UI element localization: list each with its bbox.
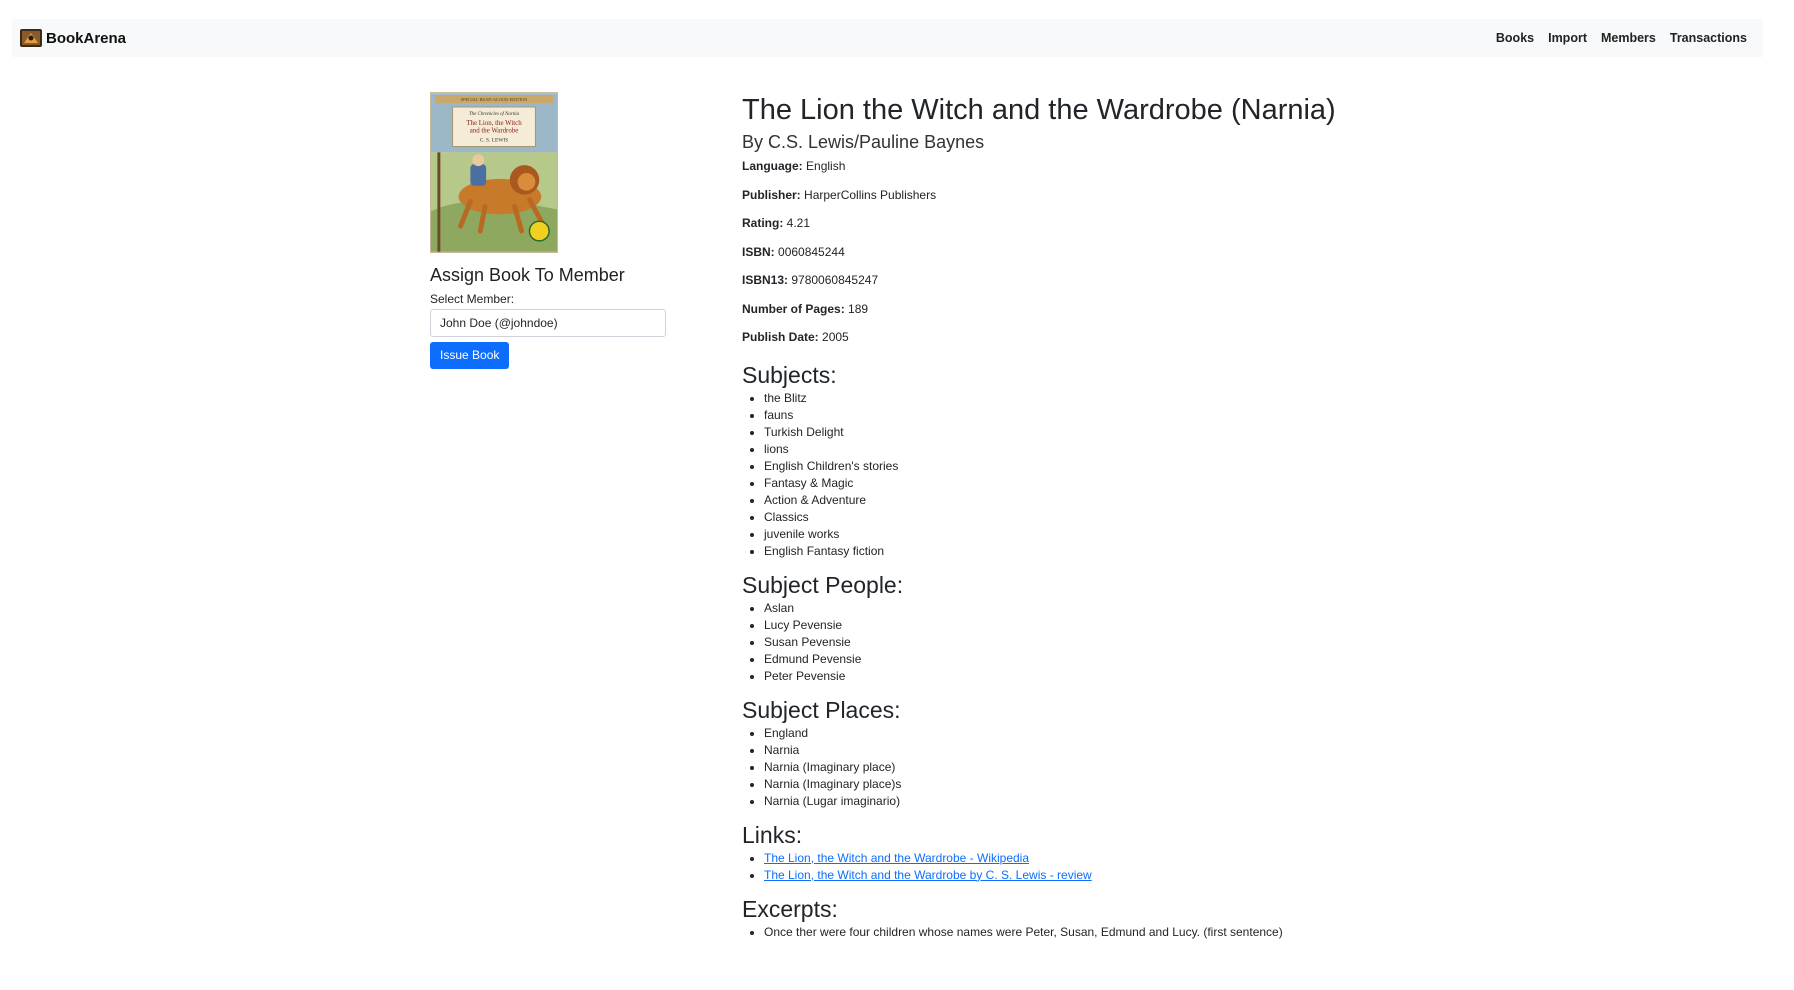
subject-people-heading: Subject People: <box>742 571 904 598</box>
list-item: the Blitz <box>764 390 1642 407</box>
svg-text:The Lion, the Witch: The Lion, the Witch <box>466 120 522 127</box>
links-heading: Links: <box>742 821 803 848</box>
list-item: Lucy Pevensie <box>764 617 1642 634</box>
list-item: The Lion, the Witch and the Wardrobe by … <box>764 867 1642 884</box>
list-item: Aslan <box>764 600 1642 617</box>
detail-publish-date: Publish Date: 2005 <box>742 330 849 344</box>
member-select-value: John Doe (@johndoe) <box>440 316 558 330</box>
detail-publisher: Publisher: HarperCollins Publishers <box>742 187 937 202</box>
subject-places-list: England Narnia Narnia (Imaginary place) … <box>742 725 1642 810</box>
list-item: Classics <box>764 509 1642 526</box>
subject-places-heading: Subject Places: <box>742 696 901 723</box>
nav-links: Books Import Members Transactions <box>1496 31 1747 45</box>
assign-panel: SPECIAL READ-ALOUD EDITION The Chronicle… <box>430 92 670 369</box>
cover-banner-text: SPECIAL READ-ALOUD EDITION <box>461 97 528 102</box>
detail-rating: Rating: 4.21 <box>742 216 811 230</box>
detail-isbn13: ISBN13: 9780060845247 <box>742 273 879 287</box>
navbar: BookArena Books Import Members Transacti… <box>12 19 1763 57</box>
nav-link-books[interactable]: Books <box>1496 31 1534 45</box>
list-item: English Children's stories <box>764 458 1642 475</box>
list-item: Susan Pevensie <box>764 634 1642 651</box>
detail-isbn: ISBN: 0060845244 <box>742 244 845 259</box>
list-item: Turkish Delight <box>764 424 1642 441</box>
nav-link-members[interactable]: Members <box>1601 31 1656 45</box>
cover-author-text: C. S. LEWIS <box>480 137 509 143</box>
member-select[interactable]: John Doe (@johndoe) <box>430 309 666 337</box>
subjects-list: the Blitz fauns Turkish Delight lions En… <box>742 390 1642 560</box>
list-item: Narnia (Lugar imaginario) <box>764 793 1642 810</box>
list-item: Edmund Pevensie <box>764 651 1642 668</box>
list-item: The Lion, the Witch and the Wardrobe - W… <box>764 850 1642 867</box>
excerpts-heading: Excerpts: <box>742 895 838 922</box>
list-item: Narnia (Imaginary place)s <box>764 776 1642 793</box>
list-item: Fantasy & Magic <box>764 475 1642 492</box>
list-item: Peter Pevensie <box>764 668 1642 685</box>
list-item: England <box>764 725 1642 742</box>
list-item: Narnia <box>764 742 1642 759</box>
assign-title: Assign Book To Member <box>430 265 625 285</box>
list-item: lions <box>764 441 1642 458</box>
subject-people-list: Aslan Lucy Pevensie Susan Pevensie Edmun… <box>742 600 1642 685</box>
book-title: The Lion the Witch and the Wardrobe (Nar… <box>742 94 1336 126</box>
nav-link-transactions[interactable]: Transactions <box>1670 31 1747 45</box>
links-list: The Lion, the Witch and the Wardrobe - W… <box>742 850 1642 884</box>
list-item: Narnia (Imaginary place) <box>764 759 1642 776</box>
book-author: By C.S. Lewis/Pauline Baynes <box>742 132 985 152</box>
subjects-heading: Subjects: <box>742 361 837 388</box>
review-link[interactable]: The Lion, the Witch and the Wardrobe by … <box>764 868 1092 882</box>
brand-name: BookArena <box>46 29 127 47</box>
list-item: Once ther were four children whose names… <box>764 924 1642 941</box>
list-item: English Fantasy fiction <box>764 543 1642 560</box>
svg-text:and the Wardrobe: and the Wardrobe <box>470 128 519 135</box>
detail-language: Language: English <box>742 159 846 173</box>
nav-link-import[interactable]: Import <box>1548 31 1587 45</box>
list-item: juvenile works <box>764 526 1642 543</box>
wikipedia-link[interactable]: The Lion, the Witch and the Wardrobe - W… <box>764 851 1029 865</box>
brand-link[interactable]: BookArena <box>20 29 126 47</box>
select-member-label: Select Member: <box>430 292 515 306</box>
cover-series-text: The Chronicles of Narnia <box>469 112 520 117</box>
excerpts-list: Once ther were four children whose names… <box>742 924 1642 941</box>
list-item: Action & Adventure <box>764 492 1642 509</box>
detail-pages: Number of Pages: 189 <box>742 301 869 316</box>
book-cover-image: SPECIAL READ-ALOUD EDITION The Chronicle… <box>430 92 558 253</box>
issue-book-button[interactable]: Issue Book <box>430 342 510 369</box>
book-details: The Lion the Witch and the Wardrobe (Nar… <box>742 90 1642 951</box>
list-item: fauns <box>764 407 1642 424</box>
book-logo-icon <box>20 29 42 47</box>
